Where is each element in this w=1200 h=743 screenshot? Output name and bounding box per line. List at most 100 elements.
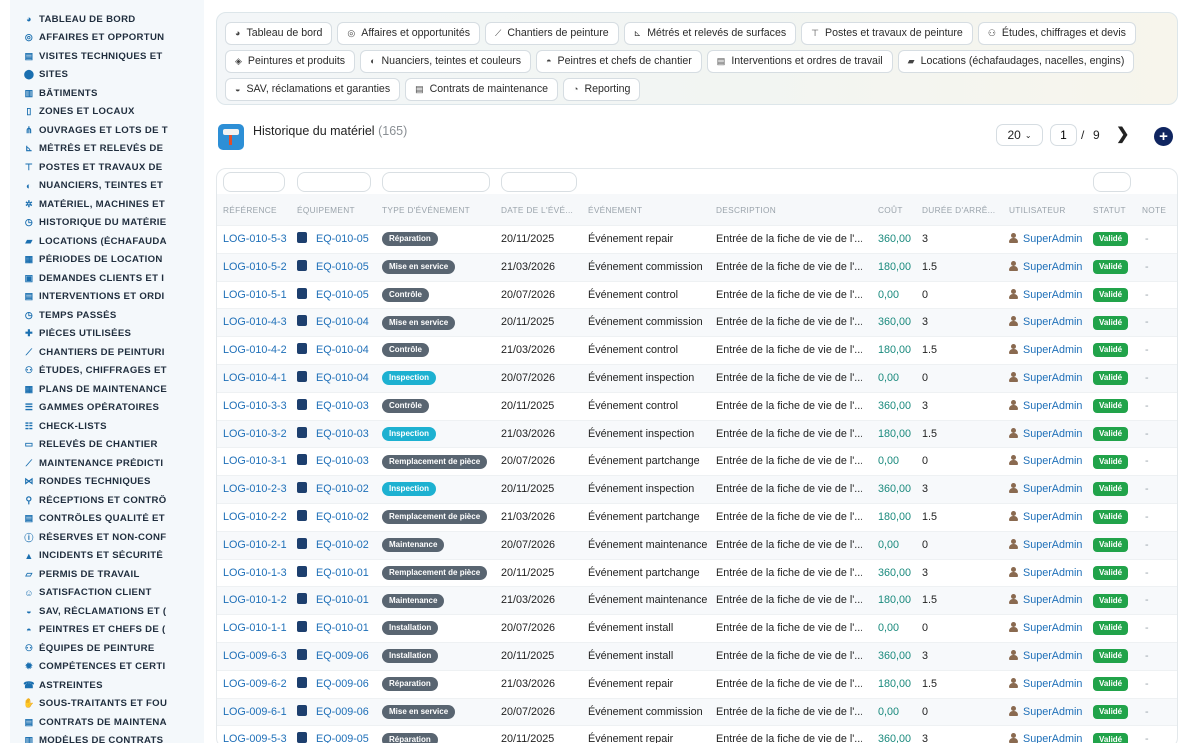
sidebar-item[interactable]: ☰ GAMMES OPÉRATOIRES	[10, 399, 204, 418]
module-nav-button[interactable]: ◐ Nuanciers, teintes et couleurs	[360, 49, 532, 73]
sidebar-item[interactable]: ⚇ ÉQUIPES DE PEINTURE	[10, 639, 204, 658]
column-header-reference[interactable]: RÉFÉRENCE	[223, 205, 277, 215]
user-link[interactable]: SuperAdmin	[1023, 650, 1082, 662]
sidebar-item[interactable]: ☎ ASTREINTES	[10, 676, 204, 695]
table-row[interactable]: LOG-009-5-3 EQ-009-05 Réparation 20/11/2025…	[217, 725, 1177, 743]
module-nav-button[interactable]: ◕ Tableau de bord	[225, 21, 333, 45]
sidebar-item[interactable]: ◕ TABLEAU DE BORD	[10, 10, 204, 29]
user-link[interactable]: SuperAdmin	[1023, 678, 1082, 690]
column-header-equipement[interactable]: ÉQUIPEMENT	[297, 205, 355, 215]
sidebar-item[interactable]: ▤ VISITES TECHNIQUES ET	[10, 47, 204, 66]
sidebar-item[interactable]: ⬤ SITES	[10, 66, 204, 85]
user-link[interactable]: SuperAdmin	[1023, 594, 1082, 606]
table-row[interactable]: LOG-010-4-3 EQ-010-04 Mise en service 20/11…	[217, 308, 1177, 337]
user-link[interactable]: SuperAdmin	[1023, 344, 1082, 356]
module-nav-button[interactable]: ⊤ Postes et travaux de peinture	[801, 21, 973, 45]
sidebar-item[interactable]: ✋ SOUS-TRAITANTS ET FOU	[10, 695, 204, 714]
sidebar-item[interactable]: ▣ DEMANDES CLIENTS ET I	[10, 269, 204, 288]
equipement-link[interactable]: EQ-010-02	[316, 483, 369, 495]
sidebar-item[interactable]: ▥ BÂTIMENTS	[10, 84, 204, 103]
module-nav-button[interactable]: ▤ Interventions et ordres de travail	[706, 49, 893, 73]
table-row[interactable]: LOG-010-1-1 EQ-010-01 Installation 20/07/20…	[217, 614, 1177, 642]
reference-link[interactable]: LOG-010-3-2	[223, 421, 287, 449]
table-row[interactable]: LOG-010-4-2 EQ-010-04 Contrôle 21/03/2026 Év…	[217, 336, 1177, 364]
sidebar-item[interactable]: ▤ CONTRÔLES QUALITÉ ET	[10, 510, 204, 529]
table-row[interactable]: LOG-010-2-3 EQ-010-02 Inspection 20/11/2025…	[217, 475, 1177, 504]
sidebar-item[interactable]: ☷ CHECK-LISTS	[10, 417, 204, 436]
table-row[interactable]: LOG-010-2-1 EQ-010-02 Maintenance 20/07/202…	[217, 530, 1177, 560]
column-header-date[interactable]: DATE DE L'ÉVÉ...	[501, 205, 577, 215]
reference-link[interactable]: LOG-009-5-3	[223, 726, 287, 743]
sidebar-item[interactable]: ▥ MODÈLES DE CONTRATS	[10, 732, 204, 743]
equipement-link[interactable]: EQ-009-06	[316, 650, 369, 662]
table-row[interactable]: LOG-010-2-2 EQ-010-02 Remplacement de pièc…	[217, 503, 1177, 531]
table-row[interactable]: LOG-009-6-2 EQ-009-06 Réparation 21/03/2026…	[217, 669, 1177, 698]
sidebar-item[interactable]: ▦ PLANS DE MAINTENANCE	[10, 380, 204, 399]
user-link[interactable]: SuperAdmin	[1023, 289, 1082, 301]
equipement-link[interactable]: EQ-010-04	[316, 316, 369, 328]
sidebar-item[interactable]: ◷ TEMPS PASSÉS	[10, 306, 204, 325]
table-row[interactable]: LOG-010-1-2 EQ-010-01 Maintenance 21/03/202…	[217, 586, 1177, 615]
sidebar-item[interactable]: ▲ INCIDENTS ET SÉCURITÉ	[10, 547, 204, 566]
module-nav-button[interactable]: ◓ Peintres et chefs de chantier	[536, 49, 702, 73]
user-link[interactable]: SuperAdmin	[1023, 622, 1082, 634]
equipement-link[interactable]: EQ-009-05	[316, 733, 369, 743]
sidebar-item[interactable]: ⚲ RÉCEPTIONS ET CONTRÔ	[10, 491, 204, 510]
next-page-button[interactable]: ❯	[1116, 124, 1129, 144]
user-link[interactable]: SuperAdmin	[1023, 567, 1082, 579]
user-link[interactable]: SuperAdmin	[1023, 316, 1082, 328]
page-number-input[interactable]	[1050, 124, 1077, 146]
reference-link[interactable]: LOG-010-5-2	[223, 254, 287, 282]
user-link[interactable]: SuperAdmin	[1023, 400, 1082, 412]
user-link[interactable]: SuperAdmin	[1023, 261, 1082, 273]
equipement-link[interactable]: EQ-010-01	[316, 594, 369, 606]
module-nav-button[interactable]: ◈ Peintures et produits	[225, 49, 356, 73]
reference-link[interactable]: LOG-009-6-1	[223, 699, 287, 727]
sidebar-item[interactable]: ◷ HISTORIQUE DU MATÉRIE	[10, 214, 204, 233]
filter-type-input[interactable]	[382, 172, 490, 192]
sidebar-item[interactable]: ⟋ MAINTENANCE PRÉDICTI	[10, 454, 204, 473]
sidebar-item[interactable]: ▤ INTERVENTIONS ET ORDI	[10, 288, 204, 307]
sidebar-item[interactable]: ✲ MATÉRIEL, MACHINES ET	[10, 195, 204, 214]
user-link[interactable]: SuperAdmin	[1023, 483, 1082, 495]
sidebar-item[interactable]: ◓ PEINTRES ET CHEFS DE (	[10, 621, 204, 640]
reference-link[interactable]: LOG-010-3-3	[223, 393, 287, 421]
filter-statut-input[interactable]	[1093, 172, 1131, 192]
user-link[interactable]: SuperAdmin	[1023, 539, 1082, 551]
reference-link[interactable]: LOG-010-2-3	[223, 476, 287, 504]
equipement-link[interactable]: EQ-010-03	[316, 428, 369, 440]
sidebar-item[interactable]: ✹ COMPÉTENCES ET CERTI	[10, 658, 204, 677]
sidebar-item[interactable]: ▱ PERMIS DE TRAVAIL	[10, 565, 204, 584]
user-link[interactable]: SuperAdmin	[1023, 233, 1082, 245]
module-nav-button[interactable]: ⚇ Études, chiffrages et devis	[977, 21, 1136, 45]
equipement-link[interactable]: EQ-010-05	[316, 233, 369, 245]
table-row[interactable]: LOG-010-3-1 EQ-010-03 Remplacement de pièc…	[217, 447, 1177, 475]
filter-reference-input[interactable]	[223, 172, 285, 192]
equipement-link[interactable]: EQ-010-03	[316, 400, 369, 412]
reference-link[interactable]: LOG-010-5-1	[223, 282, 287, 310]
table-row[interactable]: LOG-010-1-3 EQ-010-01 Remplacement de pièc…	[217, 558, 1177, 587]
column-header-duree[interactable]: DURÉE D'ARRÊ...	[922, 205, 1000, 215]
table-row[interactable]: LOG-010-5-2 EQ-010-05 Mise en service 21/03…	[217, 252, 1177, 282]
table-row[interactable]: LOG-010-3-2 EQ-010-03 Inspection 21/03/2026…	[217, 419, 1177, 449]
user-link[interactable]: SuperAdmin	[1023, 733, 1082, 743]
equipement-link[interactable]: EQ-010-05	[316, 261, 369, 273]
sidebar-item[interactable]: ▰ LOCATIONS (ÉCHAFAUDA	[10, 232, 204, 251]
equipement-link[interactable]: EQ-010-01	[316, 622, 369, 634]
module-nav-button[interactable]: ▰ Locations (échafaudages, nacelles, engi…	[897, 49, 1135, 73]
reference-link[interactable]: LOG-010-2-1	[223, 532, 287, 560]
reference-link[interactable]: LOG-010-4-3	[223, 309, 287, 337]
table-row[interactable]: LOG-009-6-3 EQ-009-06 Installation 20/11/20…	[217, 642, 1177, 670]
equipement-link[interactable]: EQ-010-01	[316, 567, 369, 579]
sidebar-item[interactable]: ⓘ RÉSERVES ET NON-CONF	[10, 528, 204, 547]
user-link[interactable]: SuperAdmin	[1023, 372, 1082, 384]
user-link[interactable]: SuperAdmin	[1023, 706, 1082, 718]
sidebar-item[interactable]: ▦ PÉRIODES DE LOCATION	[10, 251, 204, 270]
table-row[interactable]: LOG-010-5-3 EQ-010-05 Réparation 20/11/2025…	[217, 225, 1177, 253]
module-nav-button[interactable]: ◔ Reporting	[563, 77, 641, 101]
sidebar-item[interactable]: ⊾ MÉTRÉS ET RELEVÉS DE	[10, 140, 204, 159]
module-nav-button[interactable]: ⊾ Métrés et relevés de surfaces	[623, 21, 797, 45]
sidebar-item[interactable]: ◒ SAV, RÉCLAMATIONS ET (	[10, 602, 204, 621]
module-nav-button[interactable]: ⟋ Chantiers de peinture	[485, 21, 619, 45]
column-header-note[interactable]: NOTE	[1142, 205, 1166, 215]
